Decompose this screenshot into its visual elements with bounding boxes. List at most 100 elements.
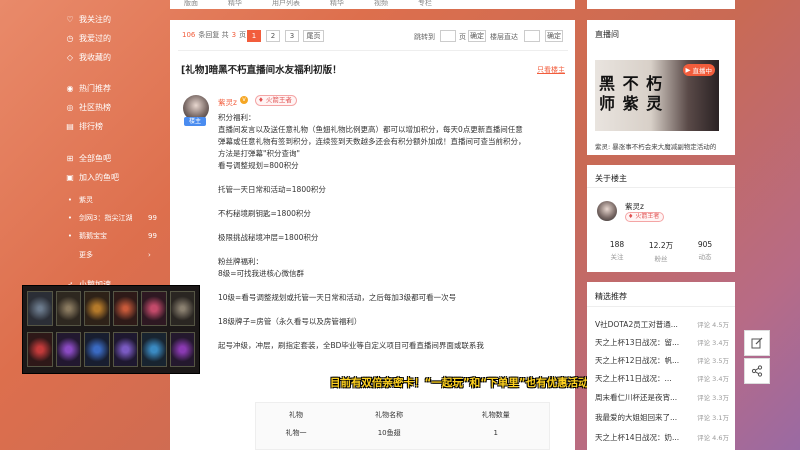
body-line — [218, 280, 568, 292]
table-cell: 1 — [493, 429, 498, 437]
pagination-bar: 106 条回复 共 3 页 — [182, 31, 247, 39]
owner-name[interactable]: 紫灵z — [625, 201, 644, 212]
list-item[interactable]: 天之上杯11日战况：... 评论 3.4万 — [595, 373, 729, 384]
nav-tab[interactable]: 视频 — [374, 0, 388, 9]
body-line — [218, 328, 568, 340]
list-item[interactable]: 周末看仁川杯还是夜宵... 评论 3.3万 — [595, 392, 729, 403]
live-thumbnail[interactable]: 黑 不 朽 师 紫 灵 ▶ 直播中 — [595, 60, 719, 131]
item-slot — [141, 332, 167, 367]
item-slot — [141, 291, 167, 326]
rank-icon: ▤ — [66, 122, 74, 131]
group-icon: ▣ — [66, 173, 74, 182]
floor-confirm-button[interactable]: 确定 — [545, 30, 563, 42]
page-3-button[interactable]: 3 — [285, 30, 299, 42]
joined-item[interactable]: • 紫灵 — [66, 195, 93, 205]
author-name[interactable]: 紫灵z — [218, 97, 237, 108]
list-item[interactable]: 我最爱的大姐姐回来了... 评论 3.1万 — [595, 412, 729, 423]
recommend-title: 精选推荐 — [595, 292, 627, 301]
floor-label: 楼层直达 — [490, 33, 518, 41]
more-link[interactable]: 更多 › — [66, 250, 151, 260]
nav-tab[interactable]: 精华 — [228, 0, 242, 9]
sidebar-item-joined[interactable]: ▣ 加入的鱼吧 — [66, 172, 119, 183]
body-line — [218, 196, 568, 208]
divider — [178, 50, 568, 51]
joined-item[interactable]: • 剑网3：指尖江湖 99 — [66, 213, 157, 223]
last-page-button[interactable]: 尾页 — [303, 30, 324, 42]
body-line — [218, 220, 568, 232]
item-slot — [27, 332, 53, 367]
sidebar-item-following[interactable]: ♡ 我关注的 — [66, 14, 111, 25]
body-line — [218, 244, 568, 256]
only-op-link[interactable]: 只看楼主 — [537, 65, 565, 75]
live-room-title: 直播间 — [595, 30, 619, 39]
left-sidebar: ♡ 我关注的 ◷ 我爱过的 ◇ 我收藏的 ◉ 热门推荐 ◎ 社区热榜 ▤ 排行榜 ⊞ 全部鱼吧… — [56, 0, 168, 450]
top-nav: 版面 精华 用户列表 精华 视频 专栏 — [170, 0, 575, 9]
reply-count: 106 — [182, 31, 196, 39]
body-line: 10级=看号调整规划或托管一天日常和活动，之后每加3级都可看一次号 — [218, 293, 457, 302]
floor-input[interactable] — [524, 30, 540, 42]
edit-button[interactable] — [744, 330, 770, 356]
table-row: 礼物一 10鱼翅 1 — [256, 421, 549, 445]
grid-icon: ⊞ — [66, 154, 74, 163]
sidebar-item-community[interactable]: ◎ 社区热榜 — [66, 102, 112, 113]
body-line: 弹幕或任意礼物有签到积分，连续签到天数越多还会有积分额外加成！直播间可查当前积分… — [218, 137, 526, 146]
item-slot — [169, 332, 195, 367]
page-1-button[interactable]: 1 — [247, 30, 261, 42]
sidebar-item-all[interactable]: ⊞ 全部鱼吧 — [66, 153, 111, 164]
sidebar-item-hot[interactable]: ◉ 热门推荐 — [66, 83, 112, 94]
body-line: 粉丝牌福利： — [218, 257, 263, 266]
nav-tab[interactable]: 用户列表 — [272, 0, 300, 9]
table-cell: 10鱼翅 — [377, 429, 401, 437]
sidebar-item-favorites[interactable]: ◇ 我收藏的 — [66, 52, 111, 63]
live-badge: ▶ 直播中 — [682, 64, 715, 76]
item-slot — [112, 332, 138, 367]
item-slot — [84, 291, 110, 326]
heart-icon: ♡ — [66, 15, 74, 24]
table-header-cell: 礼物数量 — [481, 411, 510, 419]
divider — [587, 306, 735, 307]
list-item[interactable]: 天之上杯13日战况：留... 评论 3.4万 — [595, 337, 729, 348]
list-item[interactable]: 天之上杯12日战况：帆... 评论 3.5万 — [595, 355, 729, 366]
page-2-button[interactable]: 2 — [266, 30, 280, 42]
joined-item[interactable]: • 鹅鹅宝宝 99 — [66, 231, 157, 241]
body-line: 8级=可找我进核心微信群 — [218, 269, 305, 278]
live-caption[interactable]: 紫灵: 暴涨事不朽会来大魔减副物定活动的 — [595, 141, 727, 151]
table-header-cell: 礼物名称 — [375, 411, 404, 419]
body-line: 直播间发言以及送任意礼物（鱼翅礼物比例更高）都可以增加积分，每天0点更新直播间任… — [218, 125, 523, 134]
nav-tab[interactable]: 专栏 — [418, 0, 432, 9]
promo-banner: 目前有双倍亲密卡！“一起玩”和“下单里”也有优惠活动！ — [330, 377, 600, 389]
community-icon: ◎ — [66, 103, 74, 112]
item-slot — [84, 332, 110, 367]
owner-stat[interactable]: 12.2万 粉丝 — [641, 240, 681, 263]
table-header: 礼物 礼物名称 礼物数量 — [256, 409, 549, 421]
item-slot — [27, 291, 53, 326]
nav-tab[interactable]: 精华 — [330, 0, 344, 9]
body-line: 极限挑战秘境冲层=1800积分 — [218, 233, 319, 242]
list-item[interactable]: 天之上杯14日战况：奶... 评论 4.6万 — [595, 432, 729, 443]
body-line: 方法是打弹幕"积分查询" — [218, 149, 300, 158]
gift-table: 礼物 礼物名称 礼物数量 礼物一 10鱼翅 1 — [255, 402, 550, 450]
live-thumb-text: 黑 不 朽 师 紫 灵 — [599, 74, 664, 113]
page-unit: 页 — [459, 33, 466, 41]
rocket-icon: ♦ — [628, 213, 634, 220]
owner-stat[interactable]: 905 动态 — [685, 240, 725, 261]
owner-avatar[interactable] — [597, 201, 617, 221]
jump-confirm-button[interactable]: 确定 — [468, 30, 486, 42]
owner-stat[interactable]: 188 关注 — [597, 240, 637, 261]
nav-tab[interactable]: 版面 — [184, 0, 198, 9]
level-badge: ♦ 火箭王者 — [255, 95, 297, 106]
sidebar-item-rank[interactable]: ▤ 排行榜 — [66, 121, 103, 132]
owner-badge: ♦ 火箭王者 — [625, 212, 665, 222]
play-icon: ▶ — [685, 66, 691, 74]
nav-strip-right — [587, 0, 735, 9]
body-line: 托管一天日常和活动=1800积分 — [218, 185, 326, 194]
recommend-card: 精选推荐 V社DOTA2员工对普通... 评论 4.5万 天之上杯13日战况：留.… — [587, 282, 735, 450]
fire-icon: ◉ — [66, 84, 74, 93]
list-item[interactable]: V社DOTA2员工对普通... 评论 4.5万 — [595, 319, 729, 330]
share-button[interactable] — [744, 358, 770, 384]
sidebar-item-visited[interactable]: ◷ 我爱过的 — [66, 33, 112, 44]
body-line: 不朽秘境刷钥匙=1800积分 — [218, 209, 311, 218]
body-line: 起号冲级，冲层，刷指定套装，全BD毕业等自定义项目可看直播间界面或联系我 — [218, 341, 484, 350]
jump-input[interactable] — [440, 30, 456, 42]
item-slot — [55, 332, 81, 367]
